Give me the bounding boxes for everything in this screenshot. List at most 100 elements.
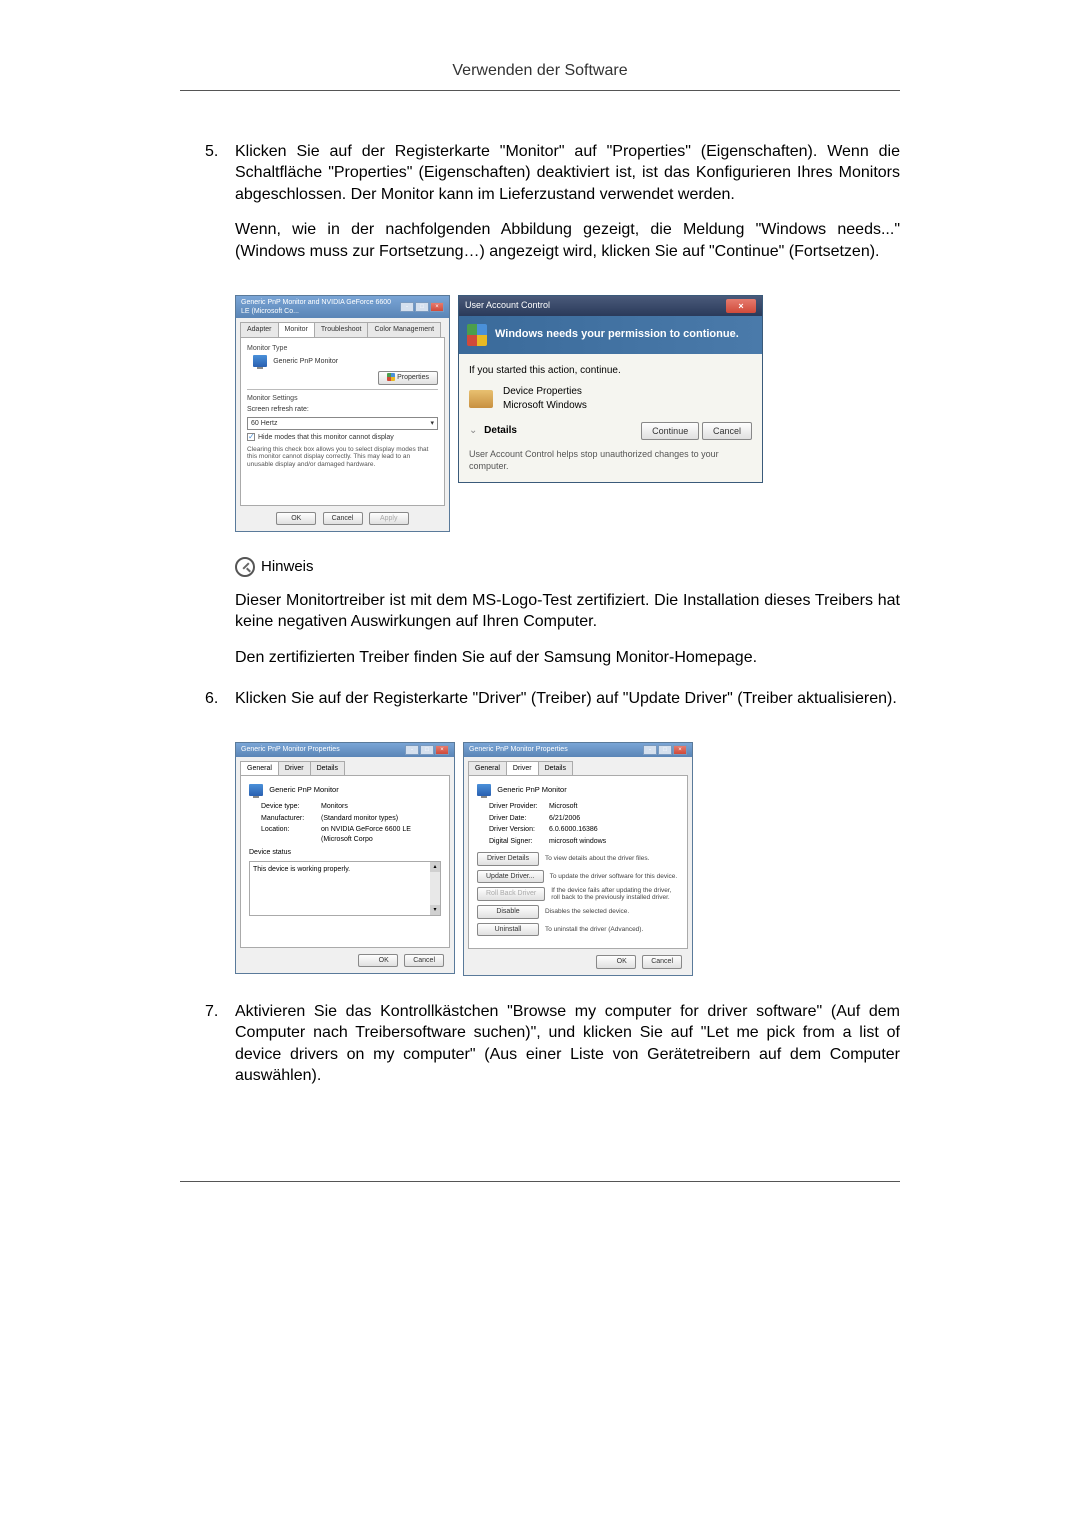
properties-button[interactable]: Properties bbox=[378, 371, 438, 384]
driver-date-value: 6/21/2006 bbox=[549, 814, 580, 823]
uac-footer-text: User Account Control helps stop unauthor… bbox=[469, 448, 752, 472]
uac-subtext: If you started this action, continue. bbox=[469, 364, 752, 378]
close-icon[interactable]: × bbox=[430, 302, 444, 312]
step-content: Aktivieren Sie das Kontrollkästchen "Bro… bbox=[235, 1001, 900, 1101]
tab-details[interactable]: Details bbox=[310, 761, 345, 775]
disable-button[interactable]: Disable bbox=[477, 905, 539, 918]
device-name: Generic PnP Monitor bbox=[497, 786, 566, 795]
maximize-icon[interactable]: □ bbox=[658, 745, 672, 755]
dialog-title: Generic PnP Monitor Properties bbox=[241, 745, 340, 754]
footer-separator bbox=[180, 1181, 900, 1182]
close-icon[interactable]: × bbox=[435, 745, 449, 755]
step-number: 6. bbox=[205, 688, 235, 724]
uac-titlebar: User Account Control × bbox=[459, 296, 762, 316]
tab-monitor[interactable]: Monitor bbox=[278, 322, 315, 336]
monitor-properties-dialog: Generic PnP Monitor and NVIDIA GeForce 6… bbox=[235, 295, 450, 533]
paragraph: Aktivieren Sie das Kontrollkästchen "Bro… bbox=[235, 1001, 900, 1087]
tab-content: Generic PnP Monitor Device type:Monitors… bbox=[240, 775, 450, 947]
uninstall-desc: To uninstall the driver (Advanced). bbox=[545, 926, 679, 933]
paragraph: Wenn, wie in der nachfolgenden Abbildung… bbox=[235, 219, 900, 262]
cancel-button[interactable]: Cancel bbox=[642, 955, 682, 968]
ok-button[interactable]: OK bbox=[276, 512, 316, 525]
monitor-settings-label: Monitor Settings bbox=[247, 394, 438, 403]
hide-modes-label: Hide modes that this monitor cannot disp… bbox=[258, 434, 394, 441]
driver-details-desc: To view details about the driver files. bbox=[545, 855, 679, 862]
details-expander[interactable]: ⌄ Details bbox=[469, 424, 517, 438]
shield-icon bbox=[467, 324, 487, 346]
apply-button[interactable]: Apply bbox=[369, 512, 409, 525]
uac-program-row: Device Properties Microsoft Windows bbox=[469, 385, 752, 412]
separator bbox=[247, 389, 438, 390]
monitor-icon bbox=[477, 784, 491, 796]
close-icon[interactable]: × bbox=[673, 745, 687, 755]
hide-modes-checkbox[interactable] bbox=[247, 433, 255, 441]
monitor-icon bbox=[249, 784, 263, 796]
rollback-driver-button[interactable]: Roll Back Driver bbox=[477, 887, 545, 900]
update-driver-button[interactable]: Update Driver... bbox=[477, 870, 544, 883]
rollback-driver-desc: If the device fails after updating the d… bbox=[551, 887, 679, 901]
driver-provider-label: Driver Provider: bbox=[489, 802, 549, 811]
tab-content: Generic PnP Monitor Driver Provider:Micr… bbox=[468, 775, 688, 949]
dialog-titlebar: Generic PnP Monitor Properties - □ × bbox=[464, 743, 692, 757]
dialog-title: Generic PnP Monitor and NVIDIA GeForce 6… bbox=[241, 298, 400, 317]
tab-driver[interactable]: Driver bbox=[506, 761, 539, 775]
step-content: Klicken Sie auf der Registerkarte "Drive… bbox=[235, 688, 900, 724]
program-icon bbox=[469, 390, 493, 408]
tab-details[interactable]: Details bbox=[538, 761, 573, 775]
note-icon bbox=[235, 557, 255, 577]
note-header: Hinweis bbox=[235, 557, 900, 577]
tab-row: General Driver Details bbox=[236, 757, 454, 775]
uninstall-button[interactable]: Uninstall bbox=[477, 923, 539, 936]
refresh-rate-dropdown[interactable]: 60 Hertz ▾ bbox=[247, 417, 438, 430]
tab-color-management[interactable]: Color Management bbox=[367, 322, 441, 336]
cancel-button[interactable]: Cancel bbox=[323, 512, 363, 525]
maximize-icon[interactable]: □ bbox=[420, 745, 434, 755]
tab-general[interactable]: General bbox=[240, 761, 279, 775]
device-type-value: Monitors bbox=[321, 802, 348, 811]
manufacturer-label: Manufacturer: bbox=[261, 814, 321, 823]
location-label: Location: bbox=[261, 825, 321, 844]
ok-button[interactable]: OK bbox=[358, 954, 398, 967]
scroll-down-icon[interactable]: ▾ bbox=[430, 905, 440, 915]
maximize-icon[interactable]: □ bbox=[415, 302, 429, 312]
driver-date-label: Driver Date: bbox=[489, 814, 549, 823]
monitor-type-value: Generic PnP Monitor bbox=[273, 358, 338, 365]
tab-general[interactable]: General bbox=[468, 761, 507, 775]
step-number: 7. bbox=[205, 1001, 235, 1101]
tab-row: General Driver Details bbox=[464, 757, 692, 775]
manufacturer-value: (Standard monitor types) bbox=[321, 814, 398, 823]
ok-button[interactable]: OK bbox=[596, 955, 636, 968]
tab-row: Adapter Monitor Troubleshoot Color Manag… bbox=[236, 318, 449, 336]
minimize-icon[interactable]: - bbox=[405, 745, 419, 755]
dialog-button-row: OK Cancel bbox=[236, 954, 454, 967]
uac-title-text: User Account Control bbox=[465, 299, 550, 313]
driver-details-button[interactable]: Driver Details bbox=[477, 852, 539, 865]
scrollbar[interactable]: ▴ ▾ bbox=[430, 862, 440, 915]
continue-button[interactable]: Continue bbox=[641, 422, 699, 440]
scroll-up-icon[interactable]: ▴ bbox=[430, 862, 440, 872]
driver-provider-value: Microsoft bbox=[549, 802, 577, 811]
tab-content: Monitor Type Generic PnP Monitor Propert… bbox=[240, 337, 445, 506]
device-status-text: This device is working properly. bbox=[253, 866, 350, 873]
disable-desc: Disables the selected device. bbox=[545, 908, 679, 915]
device-status-label: Device status bbox=[249, 848, 441, 857]
uac-banner: Windows needs your permission to contion… bbox=[459, 316, 762, 354]
uac-dialog: User Account Control × Windows needs you… bbox=[458, 295, 763, 484]
uac-program-name: Device Properties bbox=[503, 385, 587, 399]
chevron-down-icon: ⌄ bbox=[469, 425, 477, 436]
minimize-icon[interactable]: - bbox=[643, 745, 657, 755]
page-header: Verwenden der Software bbox=[180, 60, 900, 82]
tab-troubleshoot[interactable]: Troubleshoot bbox=[314, 322, 369, 336]
dialog-button-row: OK Cancel bbox=[464, 955, 692, 968]
cancel-button[interactable]: Cancel bbox=[702, 422, 752, 440]
details-label: Details bbox=[484, 425, 517, 436]
tab-driver[interactable]: Driver bbox=[278, 761, 311, 775]
paragraph: Klicken Sie auf der Registerkarte "Drive… bbox=[235, 688, 900, 710]
note-block: Hinweis Dieser Monitortreiber ist mit de… bbox=[235, 557, 900, 668]
minimize-icon[interactable]: - bbox=[400, 302, 414, 312]
close-icon[interactable]: × bbox=[726, 299, 756, 313]
cancel-button[interactable]: Cancel bbox=[404, 954, 444, 967]
tab-adapter[interactable]: Adapter bbox=[240, 322, 279, 336]
step-number: 5. bbox=[205, 141, 235, 277]
uac-program-publisher: Microsoft Windows bbox=[503, 399, 587, 413]
